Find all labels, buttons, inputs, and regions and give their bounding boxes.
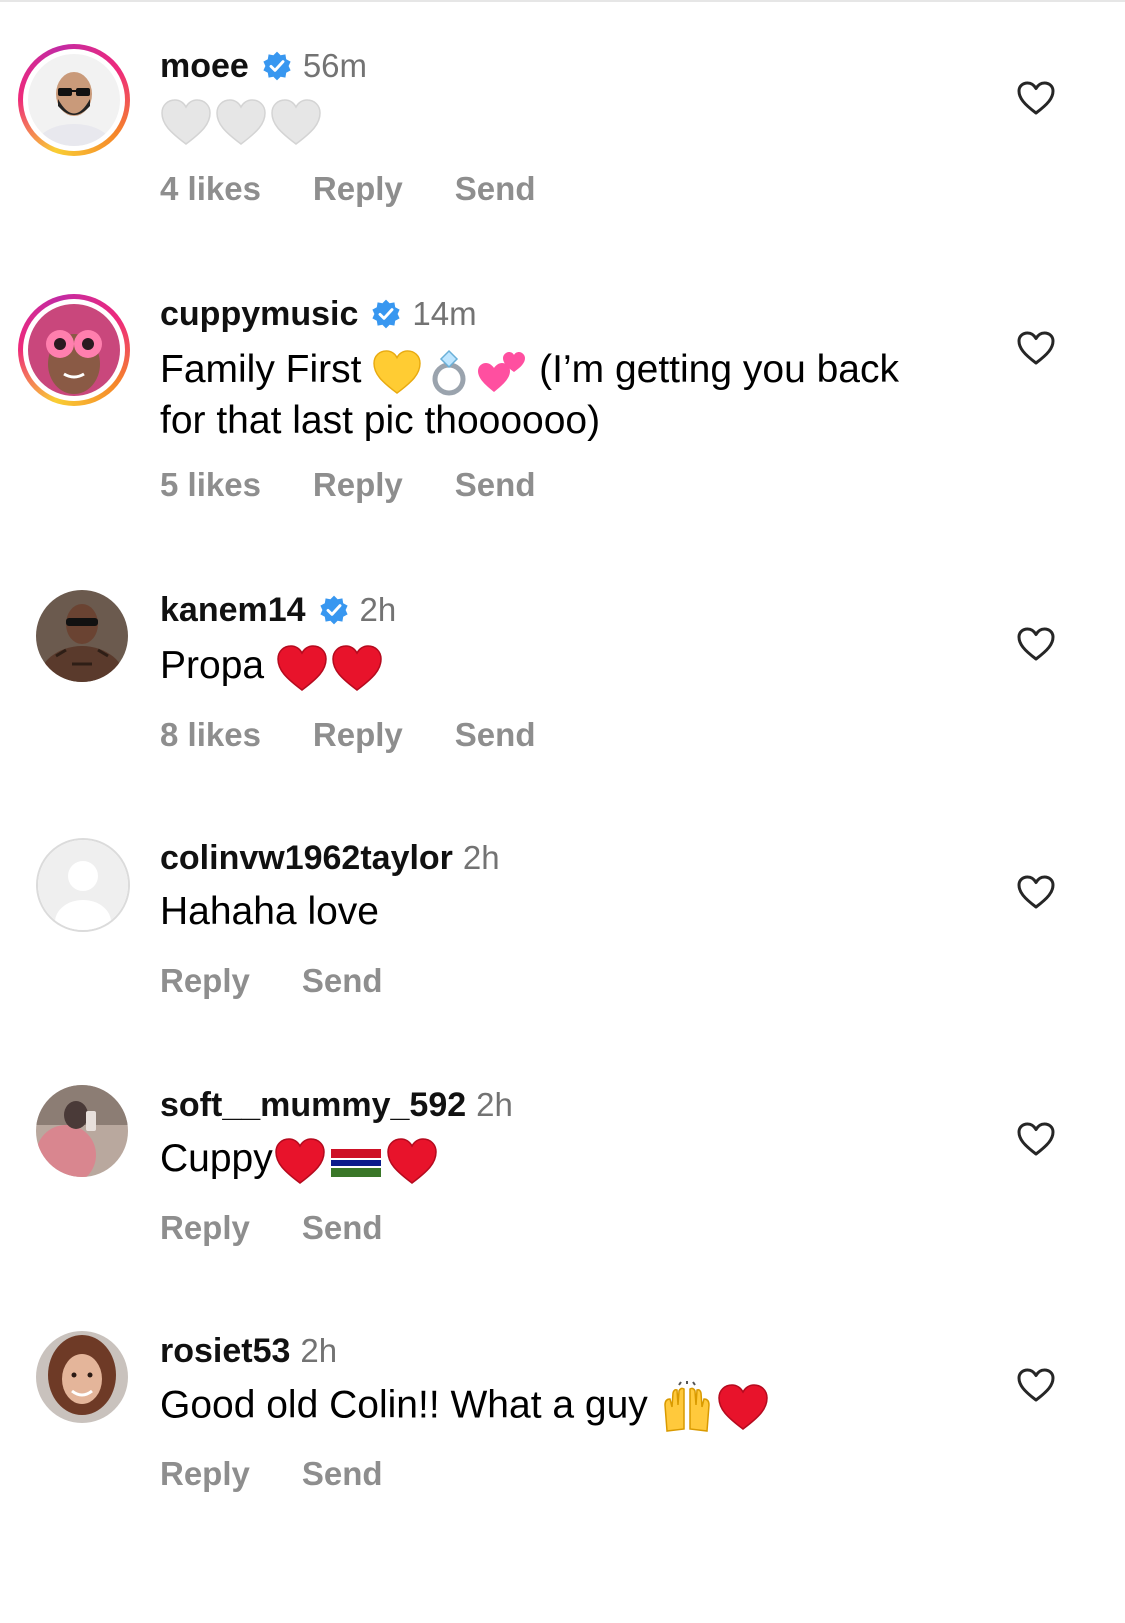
comment-actions: Reply Send	[160, 1455, 435, 1493]
avatar[interactable]	[36, 838, 130, 932]
comment-actions: 8 likes Reply Send	[160, 716, 587, 754]
username[interactable]: moee	[160, 47, 249, 86]
username[interactable]: kanem14	[160, 591, 306, 630]
comment-header: moee 56m	[160, 46, 367, 86]
send-button[interactable]: Send	[302, 962, 383, 1000]
comment-text: Good old Colin!! What a guy	[160, 1381, 920, 1433]
reply-button[interactable]: Reply	[313, 170, 403, 208]
comment-text-part: Good old Colin!! What a guy	[160, 1383, 659, 1427]
comment-header: cuppymusic 14m	[160, 294, 477, 334]
red-heart-icon	[277, 644, 327, 691]
avatar[interactable]	[36, 590, 128, 682]
ring-icon	[432, 349, 466, 396]
comment-text: Hahaha love	[160, 888, 920, 936]
gambia-flag-icon	[330, 1148, 381, 1177]
likes-count[interactable]: 5 likes	[160, 466, 261, 504]
reply-button[interactable]: Reply	[160, 962, 250, 1000]
comment-actions: Reply Send	[160, 1209, 435, 1247]
like-heart-icon[interactable]	[1016, 330, 1056, 366]
reply-button[interactable]: Reply	[313, 466, 403, 504]
comment-actions: Reply Send	[160, 962, 435, 1000]
avatar-image	[28, 54, 120, 146]
comment-text-part: Propa	[160, 644, 275, 687]
verified-badge-icon	[263, 51, 291, 81]
like-heart-icon[interactable]	[1016, 80, 1056, 116]
username[interactable]: rosiet53	[160, 1332, 290, 1371]
comment-header: kanem14 2h	[160, 590, 396, 630]
comment-actions: 4 likes Reply Send	[160, 170, 587, 208]
comment-header: soft__mummy_592 2h	[160, 1085, 513, 1125]
red-heart-icon	[386, 1137, 437, 1184]
comment-text-part: Family First	[160, 348, 373, 391]
reply-button[interactable]: Reply	[313, 716, 403, 754]
comment-text-part: Hahaha love	[160, 890, 379, 933]
white-heart-icon	[161, 98, 211, 145]
default-avatar-icon	[38, 840, 128, 930]
avatar[interactable]	[18, 294, 130, 406]
yellow-heart-icon	[373, 349, 422, 394]
like-heart-icon[interactable]	[1016, 1367, 1056, 1403]
comment-header: colinvw1962taylor 2h	[160, 838, 500, 878]
username[interactable]: cuppymusic	[160, 295, 358, 334]
send-button[interactable]: Send	[455, 716, 536, 754]
likes-count[interactable]: 4 likes	[160, 170, 261, 208]
reply-button[interactable]: Reply	[160, 1455, 250, 1493]
comment-text-part: Cuppy	[160, 1137, 273, 1180]
two-hearts-icon	[478, 351, 526, 392]
comment-header: rosiet53 2h	[160, 1331, 337, 1371]
avatar[interactable]	[36, 1085, 128, 1177]
send-button[interactable]: Send	[302, 1209, 383, 1247]
raising-hands-icon	[663, 1381, 710, 1432]
white-heart-icon	[216, 98, 266, 145]
comment-text: Family First (I’m getting you back for t…	[160, 346, 920, 445]
comment-text	[160, 96, 920, 148]
red-heart-icon	[717, 1384, 768, 1430]
like-heart-icon[interactable]	[1016, 626, 1056, 662]
username[interactable]: colinvw1962taylor	[160, 839, 453, 878]
avatar[interactable]	[18, 44, 130, 156]
top-divider	[0, 0, 1125, 2]
send-button[interactable]: Send	[455, 170, 536, 208]
avatar-image	[28, 304, 120, 396]
verified-badge-icon	[319, 595, 348, 625]
comment-text: Propa	[160, 642, 920, 692]
comment-time: 2h	[359, 591, 397, 628]
avatar[interactable]	[36, 1331, 128, 1423]
comment-time: 2h	[476, 1086, 513, 1123]
comment-actions: 5 likes Reply Send	[160, 466, 587, 504]
send-button[interactable]: Send	[302, 1455, 383, 1493]
comment-text: Cuppy	[160, 1135, 920, 1185]
like-heart-icon[interactable]	[1016, 1121, 1056, 1157]
red-heart-icon	[274, 1137, 325, 1184]
verified-badge-icon	[372, 299, 400, 329]
comment-time: 2h	[300, 1332, 338, 1369]
username[interactable]: soft__mummy_592	[160, 1086, 466, 1125]
likes-count[interactable]: 8 likes	[160, 716, 261, 754]
reply-button[interactable]: Reply	[160, 1209, 250, 1247]
comment-time: 2h	[462, 839, 500, 876]
send-button[interactable]: Send	[455, 466, 536, 504]
white-heart-icon	[271, 98, 321, 145]
red-heart-icon	[332, 644, 382, 691]
comment-time: 14m	[412, 295, 477, 332]
comment-time: 56m	[302, 47, 368, 84]
like-heart-icon[interactable]	[1016, 874, 1056, 910]
